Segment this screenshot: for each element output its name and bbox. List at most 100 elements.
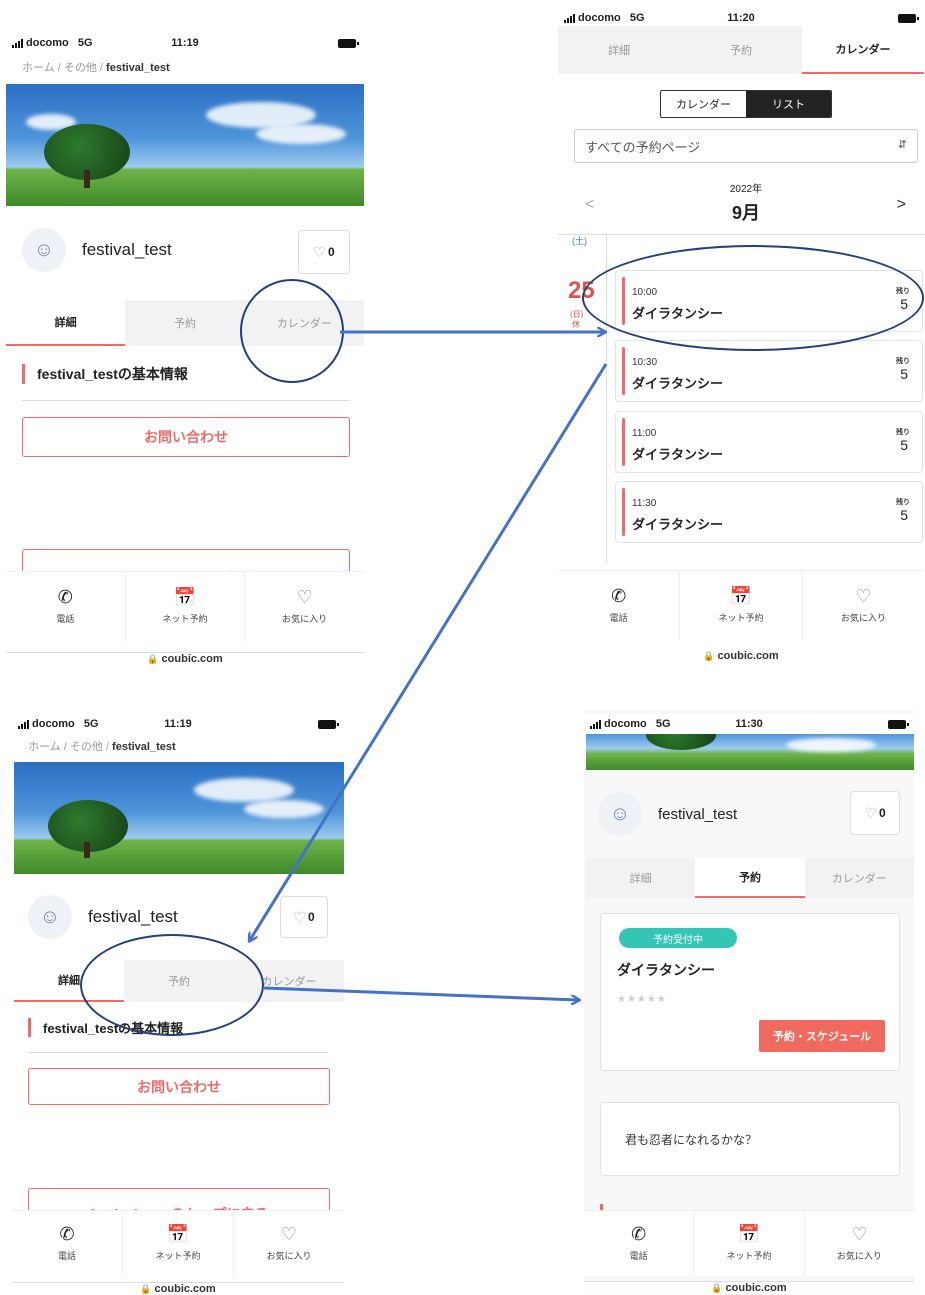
nav-phone[interactable]: ✆ 電話	[558, 571, 681, 640]
nav-net-booking[interactable]: 📅 ネット予約	[680, 571, 803, 640]
shop-name: festival_test	[658, 805, 738, 823]
nav-net-booking[interactable]: 📅 ネット予約	[126, 572, 246, 641]
breadcrumb-home[interactable]: ホーム	[28, 741, 61, 753]
tab-booking[interactable]: 予約	[125, 300, 244, 346]
phone-icon: ✆	[59, 1224, 75, 1244]
breadcrumb-other[interactable]: その他	[64, 62, 97, 74]
view-toggle: カレンダー リスト	[660, 90, 832, 118]
breadcrumb-separator: /	[57, 62, 61, 74]
url-bar: 🔒 coubic.com	[6, 652, 364, 665]
nav-phone[interactable]: ✆ 電話	[584, 1211, 695, 1276]
favorite-button[interactable]: ♡ 0	[280, 896, 328, 938]
nav-favorite[interactable]: ♡ お気に入り	[245, 572, 364, 641]
tab-details[interactable]: 詳細	[586, 858, 695, 898]
signal-icon	[12, 38, 23, 48]
heart-icon: ♡	[293, 908, 306, 925]
heart-icon: ♡	[280, 1224, 298, 1244]
url-text: coubic.com	[154, 1283, 216, 1295]
month-label: 9月	[731, 203, 760, 223]
favorite-button[interactable]: ♡ 0	[850, 791, 900, 835]
slot-time: 11:00	[632, 428, 657, 439]
prev-day-label: (土)	[572, 236, 587, 246]
highlight-first-slot	[582, 245, 924, 351]
heart-icon: ♡	[855, 586, 872, 606]
menu-card[interactable]: 予約受付中 ダイラタンシー ★★★★★ 予約・スケジュール	[600, 913, 900, 1071]
nav-favorite-label: お気に入り	[266, 1251, 312, 1261]
contact-button[interactable]: お問い合わせ	[22, 417, 350, 457]
breadcrumb-separator: /	[63, 741, 67, 753]
time-slot[interactable]: 11:30 ダイラタンシー 残り 5	[615, 481, 923, 543]
favorite-count: 0	[878, 806, 886, 820]
favorite-count: 0	[327, 245, 335, 259]
remaining-count: 5	[900, 437, 908, 453]
network-type: 5G	[83, 718, 99, 730]
nav-favorite[interactable]: ♡ お気に入り	[805, 1211, 914, 1276]
breadcrumb: ホーム / その他 / festival_test	[22, 59, 170, 75]
battery-icon	[888, 720, 909, 729]
nav-favorite[interactable]: ♡ お気に入り	[803, 571, 924, 640]
tab-calendar[interactable]: カレンダー	[805, 858, 914, 898]
remaining-label: 残り	[896, 429, 910, 436]
battery-icon	[898, 14, 919, 23]
slot-name: ダイラタンシー	[632, 376, 724, 391]
day-note: 休	[572, 320, 580, 329]
heart-icon: ♡	[313, 243, 326, 260]
nav-favorite[interactable]: ♡ お気に入り	[234, 1211, 344, 1276]
schedule-button[interactable]: 予約・スケジュール	[759, 1020, 885, 1052]
breadcrumb-other[interactable]: その他	[70, 741, 103, 753]
favorite-count: 0	[307, 910, 315, 924]
slot-time: 10:30	[632, 357, 658, 368]
time-slot[interactable]: 11:00 ダイラタンシー 残り 5	[615, 411, 923, 473]
tab-details[interactable]: 詳細	[6, 300, 126, 346]
nav-phone-label: 電話	[56, 614, 75, 624]
breadcrumb-home[interactable]: ホーム	[22, 62, 55, 74]
url-bar: 🔒 coubic.com	[558, 650, 924, 662]
tab-booking[interactable]: 予約	[680, 26, 802, 74]
breadcrumb-current: festival_test	[106, 62, 170, 74]
prev-month-button[interactable]: <	[585, 196, 594, 214]
favorite-button[interactable]: ♡ 0	[298, 230, 350, 274]
tab-booking[interactable]: 予約	[695, 858, 805, 898]
cover-image	[6, 84, 364, 206]
carrier: docomo 5G	[18, 718, 99, 730]
cover-image	[586, 734, 914, 770]
next-month-button[interactable]: >	[897, 196, 906, 214]
nav-net-booking[interactable]: 📅 ネット予約	[694, 1211, 805, 1276]
bottom-nav: ✆ 電話 📅 ネット予約 ♡ お気に入り	[6, 571, 364, 641]
tab-details[interactable]: 詳細	[558, 26, 680, 74]
nav-phone-label: 電話	[609, 613, 628, 623]
lock-icon: 🔒	[703, 651, 715, 661]
screen-booking: docomo 5G 11:30 ☺ festival_test ♡ 0 詳細 予約…	[584, 710, 914, 1295]
network-type: 5G	[629, 12, 645, 24]
menu-name: ダイラタンシー	[617, 962, 715, 978]
nav-favorite-label: お気に入り	[836, 1251, 882, 1261]
divider	[22, 400, 350, 401]
remaining-label: 残り	[896, 499, 910, 506]
status-bar: docomo 5G 11:30	[584, 714, 914, 734]
nav-net-booking[interactable]: 📅 ネット予約	[123, 1211, 234, 1276]
status-bar: docomo 5G 11:20	[558, 8, 924, 28]
tab-bar: 詳細 予約 カレンダー	[586, 858, 914, 898]
month-header: 2022年 9月	[708, 180, 784, 225]
carrier: docomo 5G	[12, 37, 93, 49]
remaining-count: 5	[900, 366, 908, 382]
user-icon: ☺	[22, 228, 66, 272]
nav-phone[interactable]: ✆ 電話	[12, 1211, 123, 1276]
clock: 11:19	[164, 718, 192, 730]
shop-name: festival_test	[88, 907, 178, 926]
booking-page-select[interactable]: すべての予約ページ ⇵	[574, 129, 918, 163]
toggle-list[interactable]: リスト	[746, 91, 831, 117]
rating-stars: ★★★★★	[617, 994, 667, 1005]
slot-time: 11:30	[632, 498, 657, 509]
contact-button[interactable]: お問い合わせ	[28, 1068, 330, 1105]
toggle-calendar[interactable]: カレンダー	[661, 91, 746, 117]
battery-icon	[338, 39, 359, 48]
nav-booking-label: ネット予約	[155, 1251, 201, 1261]
tab-calendar[interactable]: カレンダー	[802, 26, 924, 74]
shop-header: ☺ festival_test	[598, 792, 737, 836]
clock: 11:19	[171, 37, 199, 49]
nav-phone[interactable]: ✆ 電話	[6, 572, 126, 641]
status-badge: 予約受付中	[619, 928, 737, 948]
lock-icon: 🔒	[711, 1283, 723, 1293]
nav-booking-label: ネット予約	[726, 1251, 772, 1261]
